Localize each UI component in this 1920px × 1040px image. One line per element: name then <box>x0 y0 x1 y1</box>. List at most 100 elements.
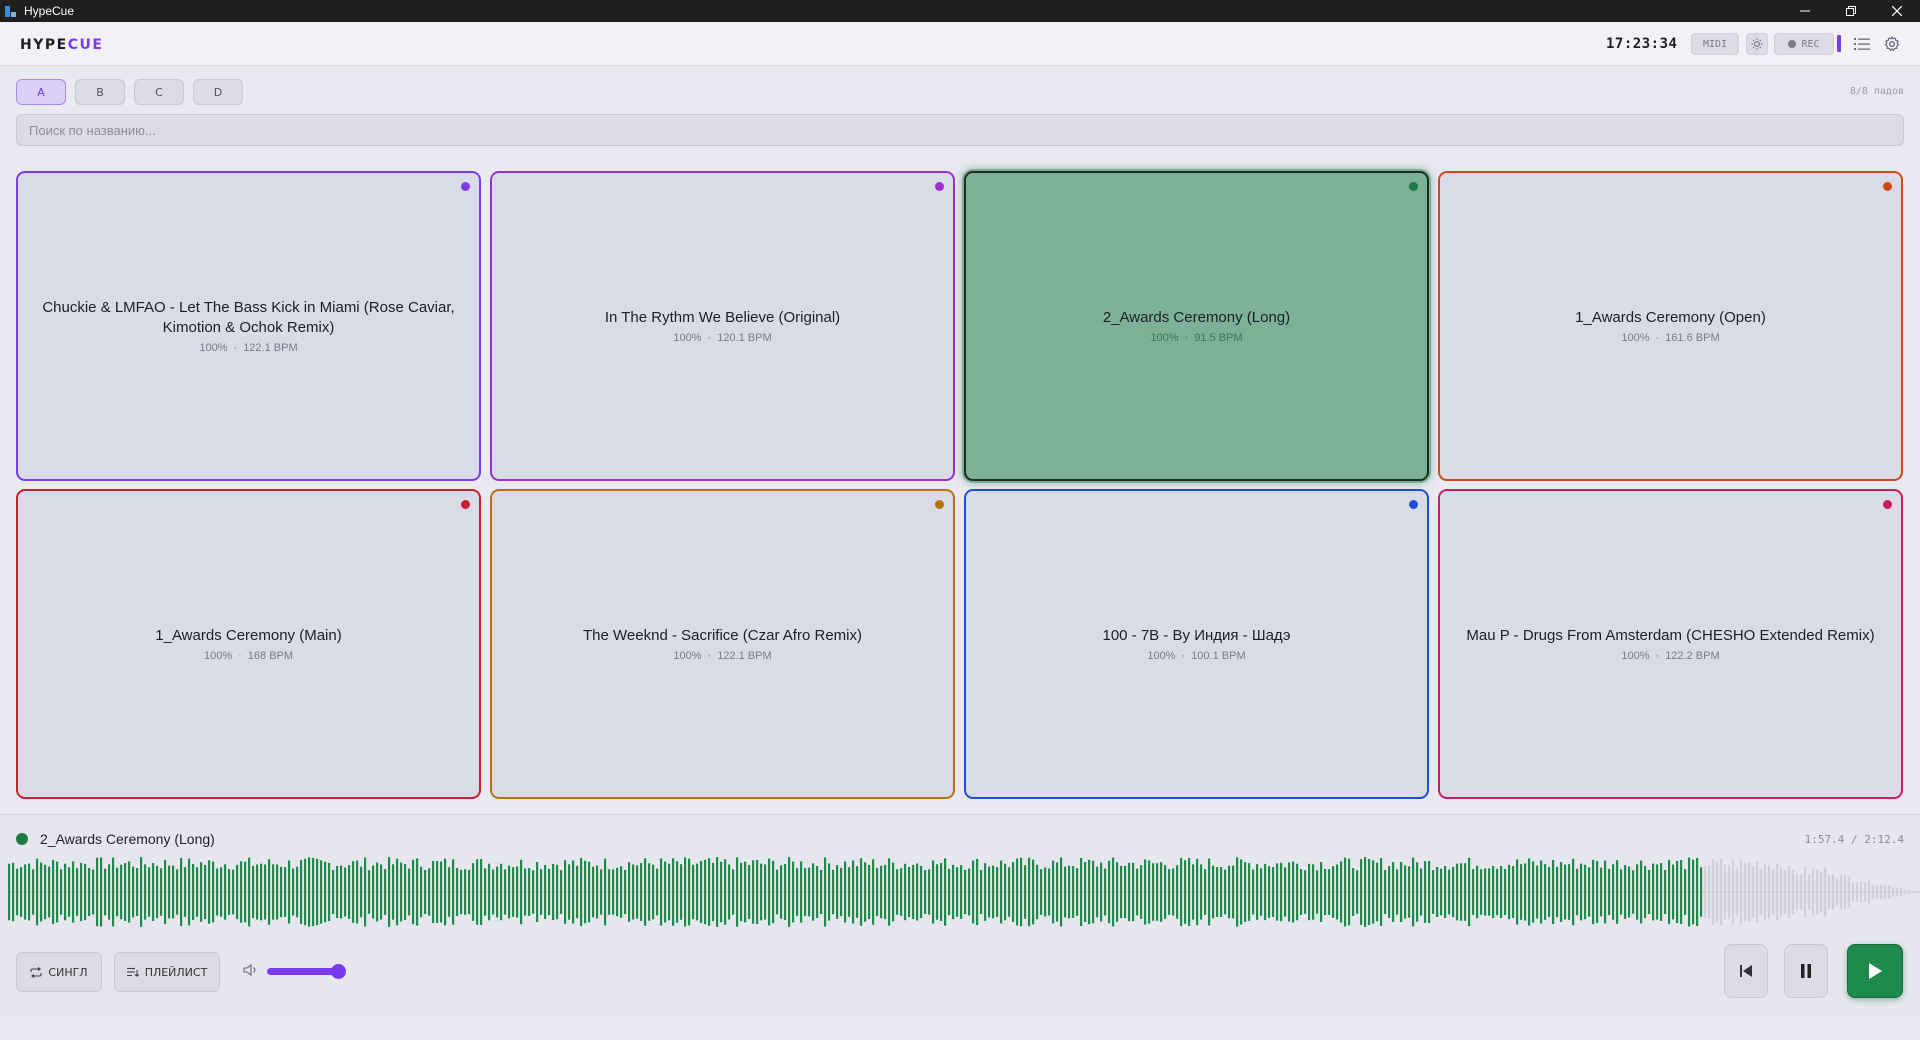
waveform-bar <box>892 862 895 922</box>
waveform-bar <box>1404 865 1407 919</box>
waveform-bar <box>888 858 891 926</box>
waveform-bar <box>1308 863 1311 921</box>
waveform-bar <box>1740 859 1743 925</box>
waveform-bar <box>616 867 619 917</box>
waveform-bar <box>1500 865 1503 919</box>
search-input[interactable] <box>16 114 1904 146</box>
waveform-bar <box>1156 863 1159 921</box>
waveform-bar <box>1100 862 1103 922</box>
waveform-bar <box>1912 890 1915 894</box>
pad-8[interactable]: Mau P - Drugs From Amsterdam (CHESHO Ext… <box>1438 489 1903 799</box>
waveform-bar <box>692 864 695 920</box>
bank-tab-c[interactable]: C <box>134 79 184 105</box>
waveform-bar <box>688 858 691 926</box>
volume-slider[interactable] <box>267 968 339 975</box>
waveform-bar <box>1204 869 1207 915</box>
waveform-bar <box>1176 865 1179 919</box>
record-button[interactable]: REC <box>1774 33 1834 55</box>
pad-5[interactable]: 1_Awards Ceremony (Main) 100% · 168 BPM <box>16 489 481 799</box>
waveform-bar <box>144 864 147 920</box>
waveform-bar <box>180 857 183 927</box>
waveform-bar <box>1048 868 1051 916</box>
settings-button[interactable] <box>1882 34 1902 54</box>
pad-3[interactable]: 2_Awards Ceremony (Long) 100% · 91.5 BPM <box>964 171 1429 481</box>
waveform-bar <box>872 859 875 925</box>
waveform-bar <box>648 863 651 921</box>
waveform-bar <box>1020 857 1023 927</box>
waveform-bar <box>60 869 63 915</box>
waveform-bar <box>72 861 75 923</box>
waveform-bar <box>1528 858 1531 926</box>
waveform-bar <box>800 861 803 923</box>
single-mode-button[interactable]: СИНГЛ <box>16 952 102 992</box>
theme-toggle-button[interactable] <box>1746 33 1768 55</box>
waveform-bar <box>1344 857 1347 927</box>
waveform-bar <box>612 869 615 915</box>
waveform-bar <box>364 857 367 927</box>
waveform-bar <box>760 863 763 921</box>
waveform-bar <box>1016 858 1019 926</box>
waveform-bar <box>852 860 855 924</box>
previous-button[interactable] <box>1724 944 1768 998</box>
waveform-bar <box>536 862 539 922</box>
waveform-bar <box>1656 864 1659 920</box>
close-button[interactable] <box>1874 0 1920 22</box>
waveform-bar <box>1008 867 1011 917</box>
waveform-bar <box>788 857 791 927</box>
waveform-bar <box>1896 887 1899 897</box>
midi-button[interactable]: MIDI <box>1691 33 1739 55</box>
pad-6[interactable]: The Weeknd - Sacrifice (Czar Afro Remix)… <box>490 489 955 799</box>
record-dot-icon <box>1788 40 1797 48</box>
waveform-bar <box>820 870 823 914</box>
waveform-bar <box>472 863 475 921</box>
waveform-bar <box>664 861 667 923</box>
pad-7[interactable]: 100 - 7B - By Индия - Шадэ 100% · 100.1 BPM <box>964 489 1429 799</box>
bank-tab-a[interactable]: A <box>16 79 66 105</box>
waveform-bar <box>1164 865 1167 919</box>
pause-button[interactable] <box>1784 944 1828 998</box>
pad-count: 8/8 падов <box>1849 86 1904 97</box>
waveform-bar <box>1124 865 1127 919</box>
waveform-bar <box>1552 859 1555 925</box>
waveform-bar <box>1348 858 1351 926</box>
waveform-bar <box>492 869 495 915</box>
waveform-bar <box>1084 862 1087 922</box>
close-icon <box>1892 6 1902 16</box>
waveform-bar <box>768 858 771 926</box>
bank-tab-b[interactable]: B <box>75 79 125 105</box>
waveform-bar <box>856 866 859 918</box>
playlist-mode-button[interactable]: ПЛЕЙЛИСТ <box>114 952 220 992</box>
waveform-bar <box>1496 868 1499 916</box>
list-view-button[interactable] <box>1852 34 1872 54</box>
waveform-bar <box>1632 870 1635 914</box>
waveform-bar <box>560 870 563 914</box>
waveform-bar <box>1096 866 1099 918</box>
waveform-bar <box>652 864 655 920</box>
waveform-bar <box>1768 865 1771 919</box>
pad-4[interactable]: 1_Awards Ceremony (Open) 100% · 161.6 BPM <box>1438 171 1903 481</box>
waveform-bar <box>508 865 511 919</box>
waveform-bar <box>1292 861 1295 923</box>
pad-2[interactable]: In The Rythm We Believe (Original) 100% · 1… <box>490 171 955 481</box>
waveform-bar <box>296 866 299 918</box>
waveform-bar <box>168 865 171 919</box>
waveform-bar <box>676 861 679 923</box>
bank-tab-d[interactable]: D <box>193 79 243 105</box>
waveform-bar <box>1840 874 1843 910</box>
restore-button[interactable] <box>1828 0 1874 22</box>
minimize-icon <box>1800 10 1810 12</box>
waveform-bar <box>704 859 707 925</box>
waveform-bar <box>196 867 199 917</box>
waveform-bar <box>1812 868 1815 916</box>
waveform-bar <box>104 868 107 916</box>
waveform-bar <box>1304 870 1307 914</box>
pad-1[interactable]: Chuckie & LMFAO - Let The Bass Kick in M… <box>16 171 481 481</box>
pad-color-dot <box>1409 182 1418 191</box>
waveform-bar <box>1436 867 1439 917</box>
waveform-bar <box>1484 868 1487 916</box>
waveform-bar <box>1368 859 1371 925</box>
volume-slider-thumb[interactable] <box>331 964 346 979</box>
play-button[interactable] <box>1847 944 1903 998</box>
waveform[interactable] <box>8 855 1920 929</box>
minimize-button[interactable] <box>1782 0 1828 22</box>
